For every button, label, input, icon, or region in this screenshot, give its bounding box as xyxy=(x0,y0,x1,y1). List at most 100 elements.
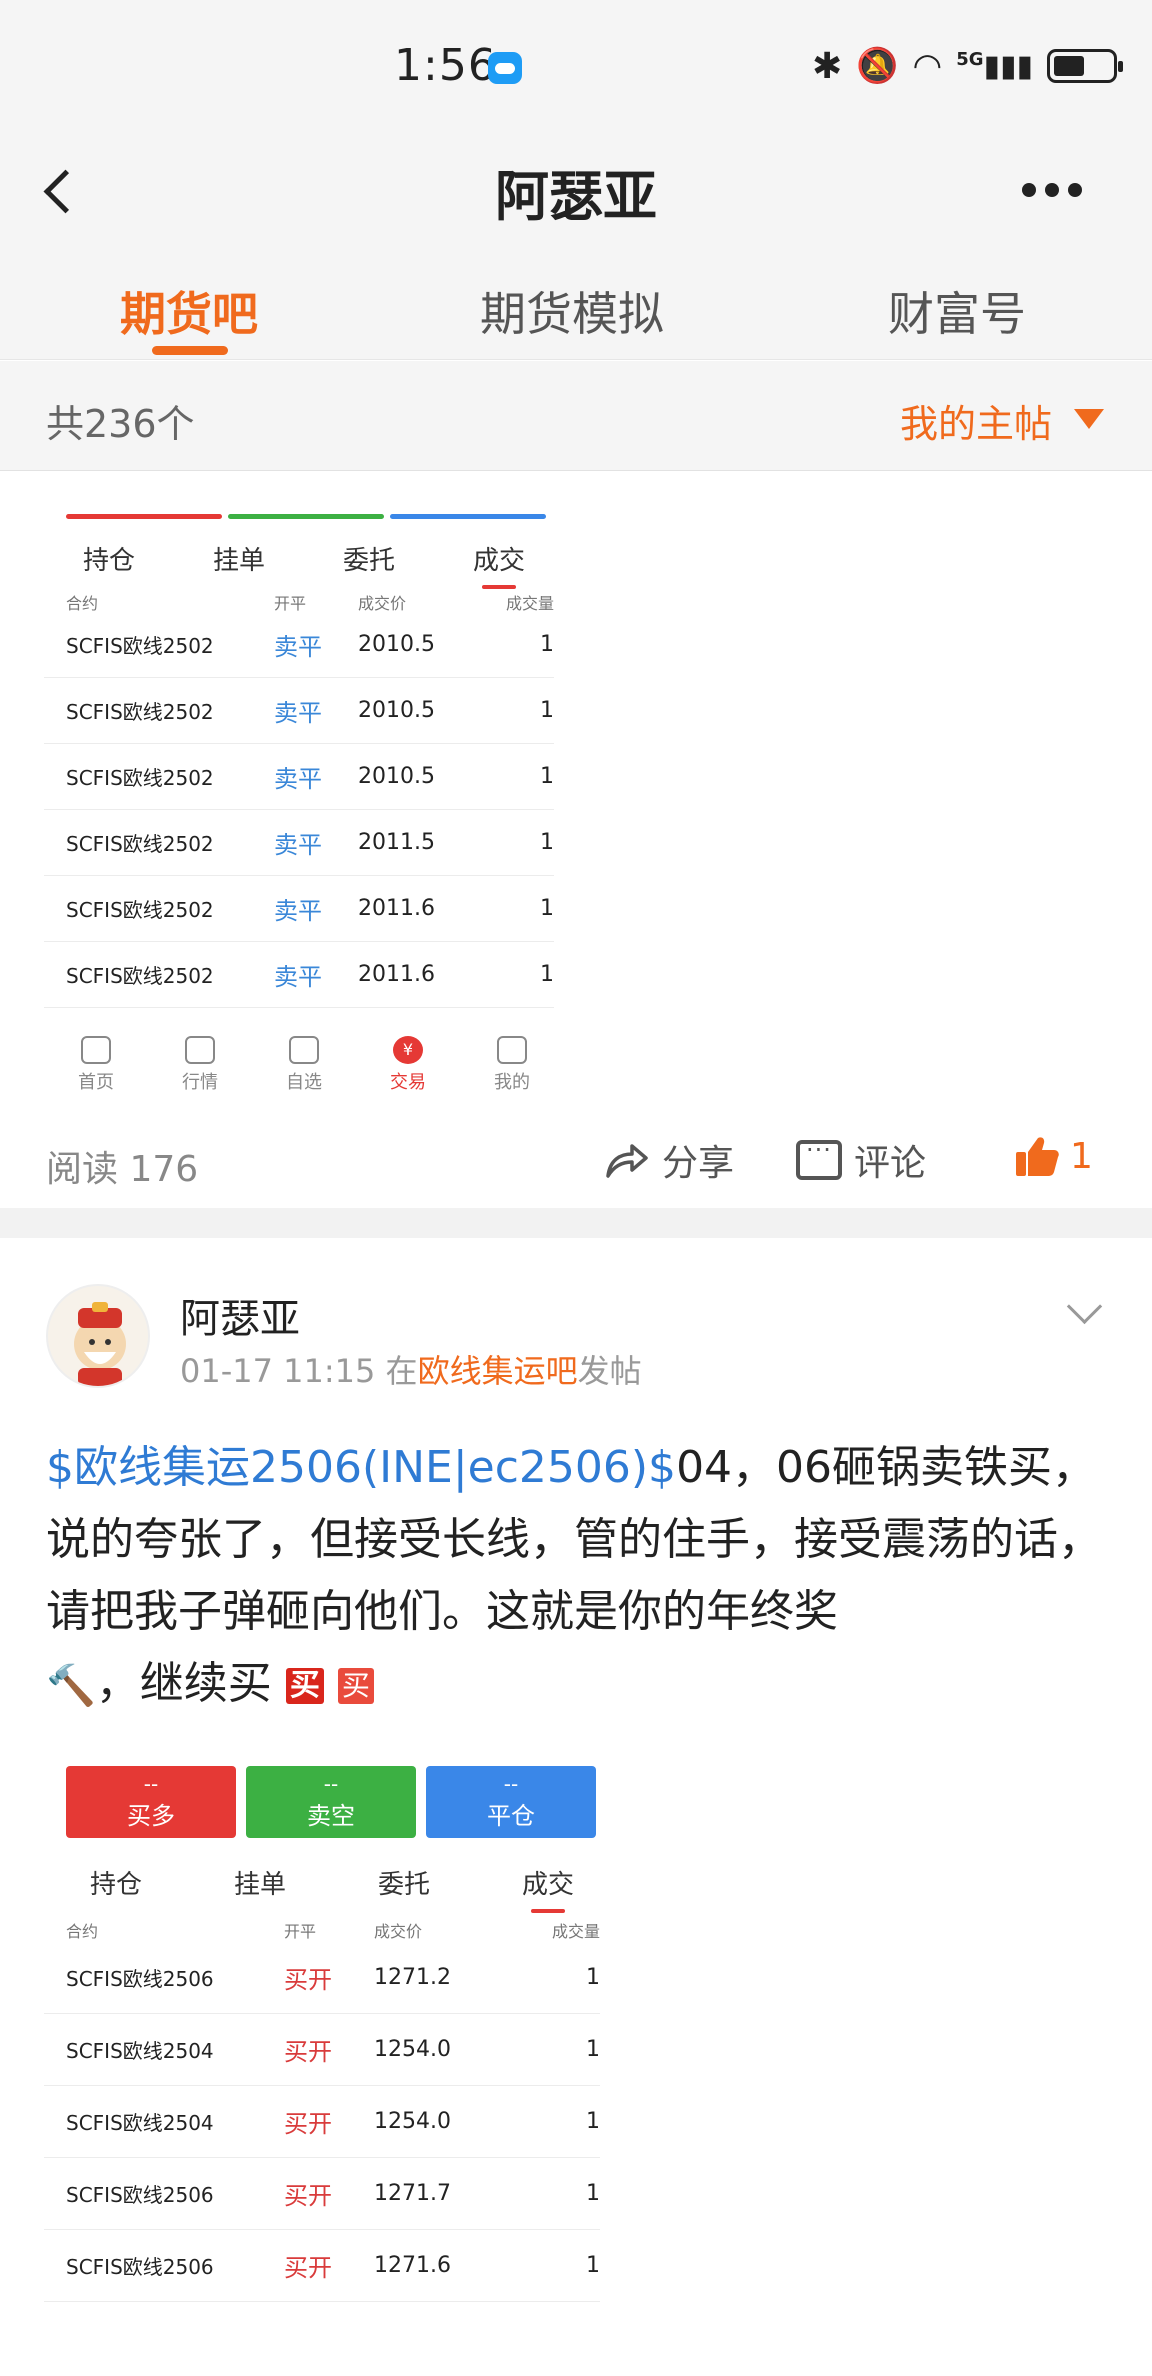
bar-chart-icon xyxy=(185,1036,215,1064)
table-row: SCFIS欧线2504 买开 1254.0 1 xyxy=(44,2086,600,2158)
dot-icon xyxy=(1022,183,1036,197)
wifi-icon: ◠ xyxy=(912,46,943,86)
trade-tab: 委托 xyxy=(377,1870,430,1900)
cell-contract: SCFIS欧线2502 xyxy=(66,832,214,856)
nav-label: 行情 xyxy=(182,1072,218,1093)
bar-link[interactable]: 欧线集运吧 xyxy=(418,1352,578,1390)
tab-futures-bar[interactable]: 期货吧 xyxy=(120,278,258,344)
cell-price: 1271.7 xyxy=(374,2181,451,2206)
nav-label: 首页 xyxy=(78,1072,114,1093)
nav-label: 自选 xyxy=(286,1072,322,1093)
nav-trade: ¥ 交易 xyxy=(356,1032,460,1102)
cell-qty: 1 xyxy=(540,764,554,789)
active-tab-indicator xyxy=(152,346,228,355)
btn-dash: -- xyxy=(143,1772,159,1796)
cell-contract: SCFIS欧线2504 xyxy=(66,2039,214,2063)
trade-tab: 委托 xyxy=(342,546,395,576)
cell-price: 1271.6 xyxy=(374,2253,451,2278)
btn-label: 买多 xyxy=(127,1802,175,1830)
btn-dash: -- xyxy=(503,1772,519,1796)
cell-qty: 1 xyxy=(540,962,554,987)
hammer-emoji-icon: 🔨 xyxy=(46,1663,96,1709)
cell-contract: SCFIS欧线2506 xyxy=(66,1967,214,1991)
triangle-down-icon[interactable] xyxy=(1074,409,1104,429)
table-row: SCFIS欧线2504 买开 1254.0 1 xyxy=(44,2014,600,2086)
btn-dash: -- xyxy=(323,1772,339,1796)
post-image[interactable]: -- 买多 -- 卖空 -- 平仓 持仓 挂单 委托 成交 合约 开平 成交价 成交量… xyxy=(44,1750,620,2376)
cell-qty: 1 xyxy=(586,2109,600,2134)
sell-short-button: -- 卖空 xyxy=(246,1766,416,1838)
cell-price: 1271.2 xyxy=(374,1965,451,1990)
col-contract: 合约 xyxy=(66,594,99,613)
chevron-down-icon[interactable] xyxy=(1064,1292,1104,1332)
col-open-close: 开平 xyxy=(274,594,307,613)
like-count: 1 xyxy=(1070,1135,1093,1177)
buy-long-button: -- 买多 xyxy=(66,1766,236,1838)
share-button[interactable]: 分享 xyxy=(604,1134,734,1186)
buy-hand-emoji-icon: 买 xyxy=(337,1668,374,1704)
cell-contract: SCFIS欧线2502 xyxy=(66,700,214,724)
dot-icon xyxy=(1045,183,1059,197)
battery-icon xyxy=(1047,49,1124,83)
page-title: 阿瑟亚 xyxy=(495,165,657,228)
yen-icon: ¥ xyxy=(393,1036,423,1064)
sort-dropdown[interactable]: 我的主帖 xyxy=(900,393,1052,448)
trade-table-header: 合约 开平 成交价 成交量 xyxy=(44,1918,600,1942)
cell-open-close: 买开 xyxy=(284,2254,332,2282)
trade-tab-active: 成交 xyxy=(476,1864,620,1901)
cell-contract: SCFIS欧线2506 xyxy=(66,2255,214,2279)
thumbs-up-icon xyxy=(1016,1137,1059,1176)
close-position-button: -- 平仓 xyxy=(426,1766,596,1838)
avatar-icon xyxy=(74,1302,126,1386)
btn-label: 平仓 xyxy=(487,1802,535,1830)
trade-tab: 挂单 xyxy=(233,1870,286,1900)
tab-bar: 期货吧 期货模拟 财富号 xyxy=(0,250,1152,360)
cell-qty: 1 xyxy=(540,632,554,657)
tab-wealth[interactable]: 财富号 xyxy=(888,278,1026,344)
trade-tabs: 持仓 挂单 委托 成交 xyxy=(44,540,564,577)
col-qty: 成交量 xyxy=(505,594,554,613)
cell-open-close: 买开 xyxy=(284,2038,332,2066)
cell-qty: 1 xyxy=(586,2037,600,2062)
col-contract: 合约 xyxy=(66,1922,99,1941)
table-row: SCFIS欧线2506 买开 1271.7 1 xyxy=(44,2158,600,2230)
buy-emoji-icon: 买 xyxy=(285,1668,324,1704)
nav-watchlist: 自选 xyxy=(252,1032,356,1102)
cell-contract: SCFIS欧线2506 xyxy=(66,2183,214,2207)
trade-tab: 持仓 xyxy=(82,546,135,576)
table-row: SCFIS欧线2506 买开 1271.6 1 xyxy=(44,2230,600,2302)
app-bottom-nav: 首页 行情 自选 ¥ 交易 我的 xyxy=(44,1032,564,1102)
tab-futures-sim[interactable]: 期货模拟 xyxy=(480,278,664,344)
cell-price: 1254.0 xyxy=(374,2109,451,2134)
comment-label: 评论 xyxy=(854,1143,927,1184)
post-count: 共236个 xyxy=(46,402,195,446)
stock-link[interactable]: $欧线集运2506(INE|ec2506)$ xyxy=(46,1442,676,1493)
avatar[interactable] xyxy=(46,1284,150,1388)
cell-price: 2010.5 xyxy=(358,632,435,657)
cell-open-close: 卖平 xyxy=(274,699,322,727)
comment-button[interactable]: 评论 xyxy=(796,1134,926,1186)
col-open-close: 开平 xyxy=(284,1922,317,1941)
table-row: SCFIS欧线2502 卖平 2011.6 1 xyxy=(44,876,554,942)
cell-price: 2010.5 xyxy=(358,698,435,723)
bluetooth-icon: ✱ xyxy=(812,45,843,87)
btn-label: 卖空 xyxy=(307,1802,355,1830)
cell-price: 2011.6 xyxy=(358,896,435,921)
cell-open-close: 买开 xyxy=(284,2182,332,2210)
author-name[interactable]: 阿瑟亚 xyxy=(180,1286,300,1344)
more-options-button[interactable] xyxy=(1012,170,1092,210)
nav-market: 行情 xyxy=(148,1032,252,1102)
trade-table-header: 合约 开平 成交价 成交量 xyxy=(44,590,554,614)
nav-label: 交易 xyxy=(390,1072,426,1093)
cell-qty: 1 xyxy=(540,896,554,921)
color-bar-blue xyxy=(390,514,546,519)
meta-prefix: 在 xyxy=(385,1352,418,1390)
nav-label: 我的 xyxy=(494,1072,530,1093)
like-button[interactable]: 1 xyxy=(1014,1134,1093,1178)
cell-qty: 1 xyxy=(586,1965,600,1990)
cell-price: 2011.5 xyxy=(358,830,435,855)
post-image[interactable]: 持仓 挂单 委托 成交 合约 开平 成交价 成交量 SCFIS欧线2502 卖平 2… xyxy=(44,472,564,1102)
col-price: 成交价 xyxy=(358,594,407,613)
trade-tab-active: 成交 xyxy=(434,540,564,577)
color-bar-green xyxy=(228,514,384,519)
